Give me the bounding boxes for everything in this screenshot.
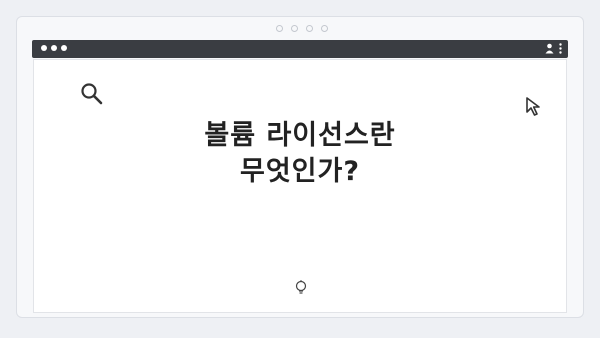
cursor-arrow-icon xyxy=(526,97,540,116)
indicator-dot xyxy=(306,25,313,32)
window-control-dot[interactable] xyxy=(61,45,67,51)
search-icon xyxy=(81,83,103,105)
more-vertical-icon[interactable] xyxy=(559,43,562,54)
page-indicator-dots xyxy=(276,25,328,32)
indicator-dot xyxy=(291,25,298,32)
title-line-2: 무엇인가? xyxy=(239,156,361,187)
window-controls xyxy=(41,45,67,51)
indicator-dot xyxy=(276,25,283,32)
lightbulb-icon xyxy=(295,280,307,294)
page-title: 볼륨 라이선스란 무엇인가? xyxy=(0,118,600,190)
title-line-1: 볼륨 라이선스란 xyxy=(204,120,396,151)
titlebar-actions xyxy=(545,43,562,54)
window-control-dot[interactable] xyxy=(51,45,57,51)
user-icon[interactable] xyxy=(545,43,554,54)
indicator-dot xyxy=(321,25,328,32)
window-control-dot[interactable] xyxy=(41,45,47,51)
window-titlebar xyxy=(32,40,568,58)
